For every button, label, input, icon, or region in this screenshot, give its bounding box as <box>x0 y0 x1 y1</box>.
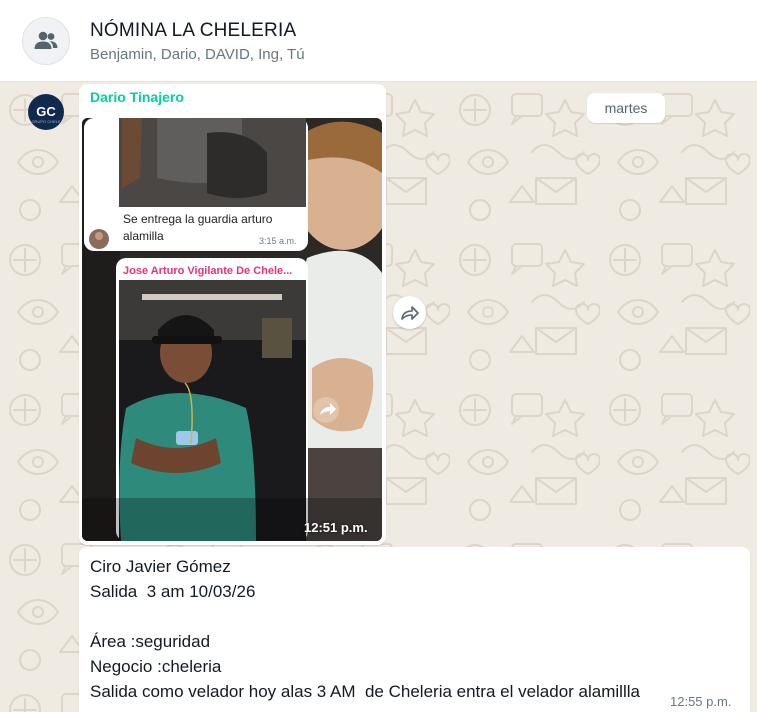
sender-avatar[interactable]: GC GRUPO CHELE <box>28 94 64 130</box>
svg-text:GC: GC <box>36 104 56 119</box>
message-line: Negocio :cheleria <box>90 657 222 676</box>
svg-text:Jose Arturo Vigilante De Chele: Jose Arturo Vigilante De Chele... <box>123 265 292 277</box>
date-separator: martes <box>587 93 665 123</box>
chat-header[interactable]: NÓMINA LA CHELERIA Benjamin, Dario, DAVI… <box>0 0 757 82</box>
chat-title[interactable]: NÓMINA LA CHELERIA <box>90 20 296 42</box>
message-timestamp: 12:51 p.m. <box>304 520 368 535</box>
svg-text:alamilla: alamilla <box>123 229 164 243</box>
forward-button[interactable] <box>393 296 426 329</box>
message-line: Salida 3 am 10/03/26 <box>90 582 256 601</box>
message-image[interactable]: Se entrega la guardia arturo alamilla 3:… <box>82 118 382 541</box>
share-icon[interactable] <box>313 397 339 423</box>
group-avatar[interactable] <box>22 17 70 65</box>
message-timestamp: 12:55 p.m. <box>670 694 732 709</box>
company-logo: GC GRUPO CHELE <box>29 95 63 129</box>
svg-text:Se entrega la guardia arturo: Se entrega la guardia arturo <box>123 212 273 226</box>
group-icon <box>34 31 58 49</box>
message-sender[interactable]: Dario Tinajero <box>90 89 184 105</box>
forward-icon <box>400 305 419 320</box>
svg-text:GRUPO CHELE: GRUPO CHELE <box>31 119 60 124</box>
svg-text:3:15 a.m.: 3:15 a.m. <box>259 236 297 246</box>
message-line: Salida como velador hoy alas 3 AM de Che… <box>90 682 640 701</box>
message-line: Área :seguridad <box>90 632 211 651</box>
chat-participants[interactable]: Benjamin, Dario, DAVID, Ing, Tú <box>90 46 305 63</box>
message-line: Ciro Javier Gómez <box>90 557 231 576</box>
